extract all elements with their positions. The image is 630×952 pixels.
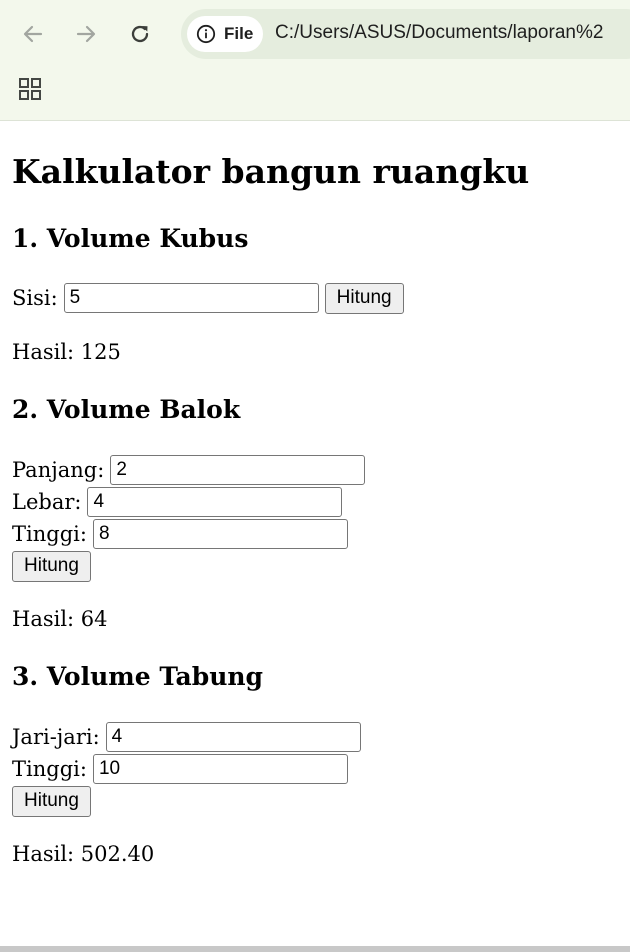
file-label: File	[224, 24, 254, 43]
kubus-hitung-button[interactable]: Hitung	[324, 282, 404, 314]
kubus-result: Hasil: 125	[12, 340, 121, 364]
tabung-tinggi-row: Tinggi:	[12, 753, 348, 785]
browser-toolbar: File C:/Users/ASUS/Documents/laporan%2	[0, 0, 630, 121]
window-bottom-edge	[0, 946, 630, 952]
page-title: Kalkulator bangun ruangku	[12, 152, 530, 191]
forward-arrow-icon	[76, 25, 96, 43]
tabung-result: Hasil: 502.40	[12, 842, 155, 866]
sisi-label: Sisi:	[12, 286, 58, 310]
tabung-tinggi-label: Tinggi:	[12, 757, 87, 781]
panjang-label: Panjang:	[12, 458, 105, 482]
balok-heading: 2. Volume Balok	[12, 395, 241, 424]
balok-tinggi-label: Tinggi:	[12, 522, 87, 546]
url-text[interactable]: C:/Users/ASUS/Documents/laporan%2	[275, 22, 603, 44]
balok-hitung-button[interactable]: Hitung	[12, 550, 91, 582]
sisi-input[interactable]	[63, 283, 319, 313]
lebar-row: Lebar:	[12, 486, 343, 518]
lebar-label: Lebar:	[12, 490, 82, 514]
forward-button[interactable]	[68, 16, 104, 52]
address-bar[interactable]: File C:/Users/ASUS/Documents/laporan%2	[181, 9, 630, 59]
tabung-heading: 3. Volume Tabung	[12, 662, 264, 691]
reload-icon	[131, 25, 149, 43]
tabung-hitung-button[interactable]: Hitung	[12, 785, 91, 817]
lebar-input[interactable]	[87, 487, 343, 517]
reload-button[interactable]	[122, 16, 158, 52]
site-info-chip[interactable]: File	[187, 16, 263, 52]
balok-result: Hasil: 64	[12, 607, 108, 631]
jari-input[interactable]	[105, 722, 361, 752]
panjang-row: Panjang:	[12, 454, 366, 486]
balok-tinggi-row: Tinggi:	[12, 518, 348, 550]
apps-button[interactable]	[14, 73, 46, 105]
info-icon	[196, 24, 216, 44]
tabung-tinggi-input[interactable]	[92, 754, 348, 784]
apps-grid-icon	[19, 78, 41, 100]
kubus-heading: 1. Volume Kubus	[12, 224, 249, 253]
jari-label: Jari-jari:	[12, 725, 100, 749]
balok-button-row: Hitung	[12, 550, 91, 582]
balok-tinggi-input[interactable]	[92, 519, 348, 549]
back-arrow-icon	[23, 25, 43, 43]
kubus-input-row: Sisi: Hitung	[12, 282, 404, 314]
back-button[interactable]	[15, 16, 51, 52]
jari-row: Jari-jari:	[12, 721, 361, 753]
panjang-input[interactable]	[110, 455, 366, 485]
tabung-button-row: Hitung	[12, 785, 91, 817]
